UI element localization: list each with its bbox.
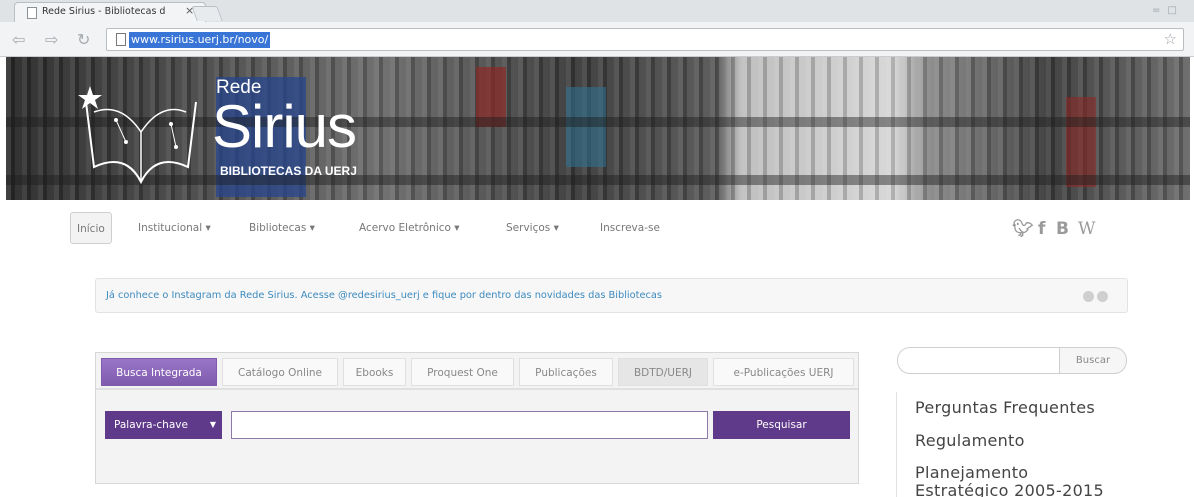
facebook-icon[interactable]: f [1038,219,1045,239]
url-text[interactable]: www.rsirius.uerj.br/novo/ [129,32,271,48]
new-tab-button[interactable] [191,6,223,21]
nav-item-servicos[interactable]: Serviços ▾ [506,212,559,244]
back-icon[interactable]: ⇦ [12,30,25,49]
sidebar-link-estrategico[interactable]: Estratégico 2005-2015 [915,481,1104,497]
pause-icon[interactable] [1083,291,1094,302]
announcement-bar: Já conhece o Instagram da Rede Sirius. A… [95,278,1128,313]
blogger-icon[interactable]: B [1056,219,1069,239]
nav-item-inicio[interactable]: Início [70,212,112,244]
banner-book-decoration [566,87,606,167]
logo-text-sirius: Sirius [212,93,357,160]
sidebar-search-button[interactable]: Buscar [1059,347,1127,374]
nav-item-inscreva-se[interactable]: Inscreva-se [600,212,660,244]
sidebar-link-regulamento[interactable]: Regulamento [915,431,1025,450]
search-button[interactable]: Pesquisar [713,411,850,439]
main-nav: Início Institucional ▾ Bibliotecas ▾ Ace… [70,212,1120,244]
tab-strip: Rede Sirius - Bibliotecas d × = □ [0,0,1194,22]
search-field-select-value: Palavra-chave [114,419,188,431]
nav-item-institucional[interactable]: Institucional ▾ [138,212,211,244]
browser-chrome: Rede Sirius - Bibliotecas d × = □ ⇦ ⇨ ↻ … [0,0,1194,57]
tab-title: Rede Sirius - Bibliotecas d [42,6,166,17]
browser-tab[interactable]: Rede Sirius - Bibliotecas d × [14,2,206,22]
nav-item-bibliotecas[interactable]: Bibliotecas ▾ [249,212,315,244]
page-icon [116,33,126,46]
site-banner: Rede Sirius BIBLIOTECAS DA UERJ [6,57,1190,200]
forward-icon[interactable]: ⇨ [45,30,58,49]
tab-e-publicacoes-uerj[interactable]: e-Publicações UERJ [713,358,854,386]
tab-publicacoes[interactable]: Publicações [519,358,613,386]
nav-item-acervo-eletronico[interactable]: Acervo Eletrônico ▾ [359,212,460,244]
announcement-text[interactable]: Já conhece o Instagram da Rede Sirius. A… [106,290,662,301]
sidebar-search-input[interactable] [897,347,1060,374]
page-favicon-icon [27,7,37,19]
tab-proquest-one[interactable]: Proquest One [411,358,514,386]
tab-bdtd-uerj[interactable]: BDTD/UERJ [618,358,708,386]
window-controls[interactable]: = □ [1152,5,1179,16]
sidebar-link-planejamento[interactable]: Planejamento [915,463,1028,482]
tabs-divider [96,388,858,390]
browser-window: Rede Sirius - Bibliotecas d × = □ ⇦ ⇨ ↻ … [0,0,1194,497]
banner-book-decoration [1066,97,1096,187]
open-book-logo-icon [78,86,197,185]
next-icon[interactable] [1097,291,1108,302]
bookmark-star-icon[interactable]: ☆ [1164,30,1177,48]
twitter-icon[interactable]: 🐦︎ [1012,219,1034,239]
tab-catalogo-online[interactable]: Catálogo Online [222,358,338,386]
reload-icon[interactable]: ↻ [77,30,90,49]
browser-toolbar: ⇦ ⇨ ↻ www.rsirius.uerj.br/novo/ ☆ [0,22,1194,57]
tab-busca-integrada[interactable]: Busca Integrada [101,358,217,386]
search-panel: Busca Integrada Catálogo Online Ebooks P… [95,352,859,484]
wikipedia-icon[interactable]: W [1078,219,1095,239]
search-input[interactable] [231,411,708,439]
search-field-select[interactable]: Palavra-chave ▼ [105,411,222,439]
logo-subtitle: BIBLIOTECAS DA UERJ [220,164,357,178]
tab-ebooks[interactable]: Ebooks [343,358,406,386]
sidebar-links: Perguntas Frequentes Regulamento Planeja… [896,392,1194,497]
address-bar[interactable]: www.rsirius.uerj.br/novo/ ☆ [106,28,1184,51]
caret-down-icon: ▼ [209,420,216,429]
sidebar-link-perguntas-frequentes[interactable]: Perguntas Frequentes [915,398,1095,417]
